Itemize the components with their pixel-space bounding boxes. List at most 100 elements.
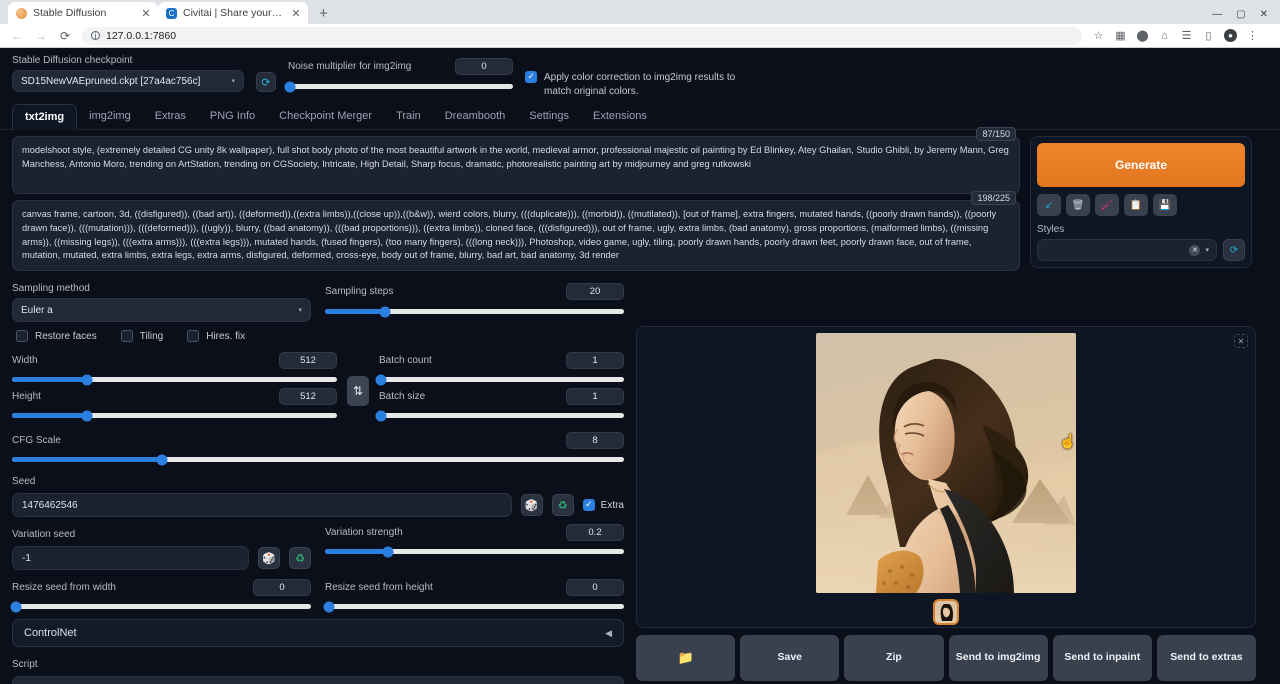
window-close-icon[interactable]: ✕ — [1260, 9, 1268, 20]
sidepanel-icon[interactable]: ▯ — [1202, 29, 1215, 42]
random-variation-seed-dice-icon[interactable]: 🎲 — [258, 547, 280, 569]
generated-image[interactable]: ☝ — [816, 333, 1076, 593]
negative-prompt-input[interactable]: canvas frame, cartoon, 3d, ((disfigured)… — [12, 200, 1020, 271]
paste-prompt-icon[interactable]: ↙ — [1037, 194, 1061, 216]
reload-button[interactable]: ⟳ — [58, 29, 72, 43]
tab-txt2img[interactable]: txt2img — [12, 104, 77, 130]
variation-seed-input[interactable]: -1 — [12, 546, 249, 570]
send-to-inpaint-button[interactable]: Send to inpaint — [1053, 635, 1152, 681]
read-generation-params-icon[interactable]: 📋 — [1124, 194, 1148, 216]
tab-extras[interactable]: Extras — [143, 104, 198, 129]
batch-count-slider[interactable] — [379, 377, 624, 382]
script-dropdown[interactable]: None ▾ — [12, 676, 624, 684]
resize-seed-width-slider[interactable] — [12, 604, 311, 609]
extensions-icon[interactable]: ▦ — [1114, 29, 1127, 42]
window-minimize-icon[interactable]: — — [1212, 9, 1222, 20]
resize-seed-height-value[interactable]: 0 — [566, 579, 624, 596]
tab-png-info[interactable]: PNG Info — [198, 104, 267, 129]
restore-faces-label: Restore faces — [35, 331, 97, 342]
resize-seed-height-slider[interactable] — [325, 604, 624, 609]
noise-multiplier-slider[interactable] — [288, 84, 513, 89]
noise-multiplier-value[interactable]: 0 — [455, 58, 513, 75]
refresh-checkpoints-button[interactable]: ⟳ — [256, 72, 276, 92]
tiling-toggle[interactable]: Tiling — [121, 330, 164, 342]
tab-train[interactable]: Train — [384, 104, 433, 129]
generation-settings-panel: Sampling method Euler a ▾ Sampling steps… — [0, 277, 636, 684]
gallery-thumbnail-item[interactable] — [933, 599, 959, 625]
stable-diffusion-webui: Stable Diffusion checkpoint SD15NewVAEpr… — [0, 48, 1280, 684]
tab-checkpoint-merger[interactable]: Checkpoint Merger — [267, 104, 384, 129]
profile-sync-icon[interactable]: ⬤ — [1136, 29, 1149, 42]
reading-list-icon[interactable]: ☰ — [1180, 29, 1193, 42]
variation-strength-value[interactable]: 0.2 — [566, 524, 624, 541]
apply-style-icon[interactable]: 🖌 — [1095, 194, 1119, 216]
clear-prompt-icon[interactable]: 🗑 — [1066, 194, 1090, 216]
forward-button[interactable]: → — [34, 29, 48, 43]
extra-checkbox[interactable] — [583, 499, 595, 511]
sampling-steps-slider[interactable] — [325, 309, 624, 314]
send-to-extras-button[interactable]: Send to extras — [1157, 635, 1256, 681]
chrome-menu-icon[interactable]: ⋮ — [1246, 29, 1259, 42]
browser-tab-civitai[interactable]: C Civitai | Share your models ✕ — [158, 2, 308, 24]
swap-dimensions-button[interactable]: ⇅ — [347, 376, 369, 406]
batch-size-value[interactable]: 1 — [566, 388, 624, 405]
hires-fix-checkbox[interactable] — [187, 330, 199, 342]
site-info-icon[interactable]: i — [91, 31, 100, 40]
controlnet-accordion[interactable]: ControlNet ◀ — [12, 619, 624, 647]
browser-tab-close-icon[interactable]: ✕ — [140, 7, 152, 20]
address-bar[interactable]: i 127.0.0.1:7860 — [82, 27, 1082, 45]
generate-button[interactable]: Generate — [1037, 143, 1245, 187]
seed-input[interactable]: 1476462546 — [12, 493, 512, 517]
restore-faces-checkbox[interactable] — [16, 330, 28, 342]
sampling-steps-group: Sampling steps 20 — [325, 283, 624, 322]
send-to-img2img-button[interactable]: Send to img2img — [949, 635, 1048, 681]
reuse-variation-seed-recycle-icon[interactable]: ♻ — [289, 547, 311, 569]
zip-button[interactable]: Zip — [844, 635, 943, 681]
tab-img2img[interactable]: img2img — [77, 104, 143, 129]
back-button[interactable]: ← — [10, 29, 24, 43]
checkpoint-dropdown[interactable]: SD15NewVAEpruned.ckpt [27a4ac756c] ▾ — [12, 70, 244, 92]
refresh-styles-button[interactable]: ⟳ — [1223, 239, 1245, 261]
tab-dreambooth[interactable]: Dreambooth — [433, 104, 518, 129]
account-avatar-icon[interactable]: ● — [1224, 29, 1237, 42]
variation-seed-label: Variation seed — [12, 529, 75, 540]
batch-count-value[interactable]: 1 — [566, 352, 624, 369]
sampling-steps-value[interactable]: 20 — [566, 283, 624, 300]
home-icon[interactable]: ⌂ — [1158, 29, 1171, 42]
random-seed-dice-icon[interactable]: 🎲 — [521, 494, 543, 516]
bookmark-star-icon[interactable]: ☆ — [1092, 29, 1105, 42]
close-icon[interactable]: ✕ — [1234, 334, 1248, 348]
resize-seed-width-value[interactable]: 0 — [253, 579, 311, 596]
width-value[interactable]: 512 — [279, 352, 337, 369]
sampling-method-dropdown[interactable]: Euler a ▾ — [12, 298, 311, 322]
browser-tab-close-icon[interactable]: ✕ — [290, 7, 302, 20]
window-maximize-icon[interactable]: ▢ — [1236, 9, 1245, 20]
chevron-down-icon[interactable]: ▾ — [1205, 246, 1209, 254]
restore-faces-toggle[interactable]: Restore faces — [16, 330, 97, 342]
color-correction-label: Apply color correction to img2img result… — [544, 71, 755, 98]
save-style-icon[interactable]: 💾 — [1153, 194, 1177, 216]
save-button[interactable]: Save — [740, 635, 839, 681]
styles-dropdown[interactable]: ✕ ▾ — [1037, 239, 1217, 261]
positive-prompt-input[interactable]: modelshoot style, (extremely detailed CG… — [12, 136, 1020, 194]
hires-fix-toggle[interactable]: Hires. fix — [187, 330, 245, 342]
cfg-scale-value[interactable]: 8 — [566, 432, 624, 449]
variation-strength-slider[interactable] — [325, 549, 624, 554]
cfg-scale-slider[interactable] — [12, 457, 624, 462]
open-folder-button[interactable]: 📁 — [636, 635, 735, 681]
clear-styles-icon[interactable]: ✕ — [1189, 245, 1200, 256]
variation-row: Variation seed -1 🎲 ♻ Variation strength… — [12, 524, 624, 570]
new-tab-button[interactable]: + — [314, 5, 333, 24]
color-correction-group[interactable]: Apply color correction to img2img result… — [525, 71, 755, 98]
height-slider[interactable] — [12, 413, 337, 418]
color-correction-checkbox[interactable] — [525, 71, 537, 83]
width-slider[interactable] — [12, 377, 337, 382]
extra-seed-toggle[interactable]: Extra — [583, 499, 624, 511]
tab-extensions[interactable]: Extensions — [581, 104, 659, 129]
tiling-checkbox[interactable] — [121, 330, 133, 342]
browser-tab-stable-diffusion[interactable]: Stable Diffusion ✕ — [8, 2, 158, 24]
batch-size-slider[interactable] — [379, 413, 624, 418]
reuse-seed-recycle-icon[interactable]: ♻ — [552, 494, 574, 516]
height-value[interactable]: 512 — [279, 388, 337, 405]
tab-settings[interactable]: Settings — [517, 104, 581, 129]
